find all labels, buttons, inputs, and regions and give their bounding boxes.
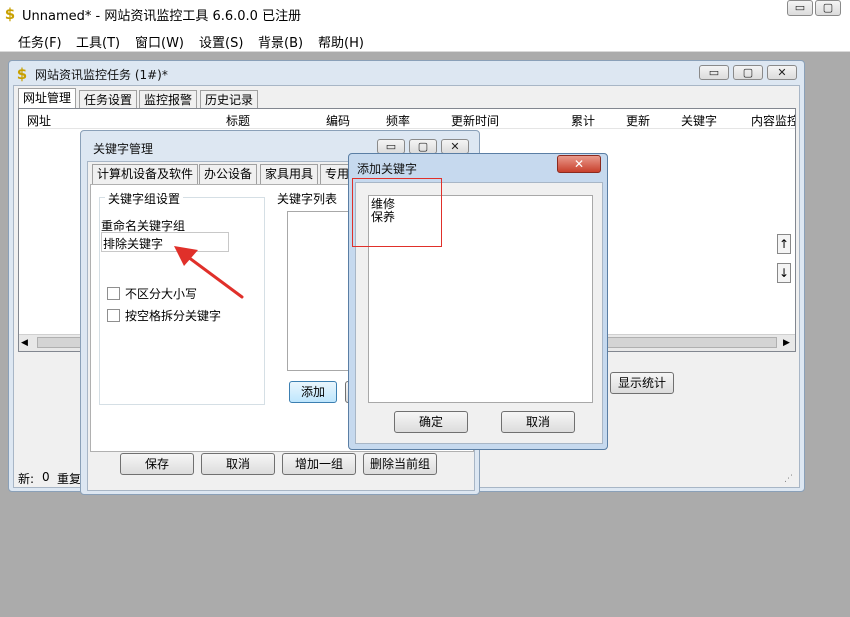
tab-url-management[interactable]: 网址管理	[18, 88, 77, 110]
cancel-button[interactable]: 取消	[201, 453, 275, 475]
move-up-button[interactable]: ↑	[777, 234, 791, 254]
task-minimize-button[interactable]: ▭	[699, 65, 729, 80]
tab-monitor-alarm[interactable]: 监控报警	[139, 90, 198, 110]
menu-bar: 任务(F) 工具(T) 窗口(W) 设置(S) 背景(B) 帮助(H)	[0, 28, 850, 52]
status-new-label: 新:	[18, 472, 35, 486]
menu-help[interactable]: 帮助(H)	[318, 32, 364, 51]
delete-group-button[interactable]: 删除当前组	[363, 453, 437, 475]
menu-background[interactable]: 背景(B)	[258, 32, 303, 51]
task-window-title: 网站资讯监控任务 (1#)*	[35, 68, 168, 82]
dollar-icon: $	[4, 5, 16, 23]
column-keyword[interactable]: 关键字	[681, 112, 717, 129]
keyword-manager-title: 关键字管理	[93, 142, 154, 156]
column-encoding[interactable]: 编码	[326, 112, 350, 129]
tab-task-settings[interactable]: 任务设置	[79, 90, 138, 110]
resize-grip-icon[interactable]: ⋰	[784, 474, 793, 484]
column-frequency[interactable]: 频率	[386, 112, 410, 129]
annotation-arrow-icon	[174, 246, 244, 299]
tab-computer-equipment[interactable]: 计算机设备及软件	[92, 164, 199, 184]
column-content-monitor[interactable]: 内容监控	[751, 112, 795, 129]
tab-history[interactable]: 历史记录	[200, 90, 259, 110]
tab-furniture[interactable]: 家具用具	[260, 164, 319, 184]
km-close-button[interactable]: ✕	[441, 139, 469, 154]
scroll-right-icon[interactable]: ▶	[783, 338, 790, 348]
minimize-button[interactable]: ▭	[787, 0, 813, 16]
tab-office-equipment[interactable]: 办公设备	[199, 164, 258, 184]
annotation-highlight-box	[352, 178, 442, 247]
show-stats-button[interactable]: 显示统计	[610, 372, 674, 394]
scroll-left-icon[interactable]: ◀	[21, 338, 28, 348]
column-update[interactable]: 更新	[626, 112, 650, 129]
move-down-button[interactable]: ↓	[777, 263, 791, 283]
add-keyword-title: 添加关键字	[357, 162, 418, 176]
keyword-list-title: 关键字列表	[277, 192, 338, 206]
task-maximize-button[interactable]: ▢	[733, 65, 763, 80]
status-new-value: 0	[42, 470, 50, 484]
ok-button[interactable]: 确定	[394, 411, 468, 433]
menu-settings[interactable]: 设置(S)	[199, 32, 243, 51]
task-close-button[interactable]: ✕	[767, 65, 797, 80]
close-icon[interactable]: ✕	[557, 155, 601, 173]
status-repeat-label: 重复	[57, 472, 82, 486]
dollar-icon: $	[16, 65, 28, 83]
menu-task[interactable]: 任务(F)	[18, 32, 62, 51]
column-total[interactable]: 累计	[571, 112, 595, 129]
split-by-space-checkbox[interactable]	[107, 309, 120, 322]
maximize-button[interactable]: ▢	[815, 0, 841, 16]
app-title: Unnamed* - 网站资讯监控工具 6.6.0.0 已注册	[22, 9, 302, 24]
column-url[interactable]: 网址	[27, 112, 51, 129]
add-keyword-button[interactable]: 添加	[289, 381, 337, 403]
url-list-header: 网址 标题 编码 频率 更新时间 累计 更新 关键字 内容监控	[19, 109, 795, 129]
save-button[interactable]: 保存	[120, 453, 194, 475]
menu-tools[interactable]: 工具(T)	[76, 32, 120, 51]
dialog-cancel-button[interactable]: 取消	[501, 411, 575, 433]
km-maximize-button[interactable]: ▢	[409, 139, 437, 154]
km-minimize-button[interactable]: ▭	[377, 139, 405, 154]
case-insensitive-checkbox[interactable]	[107, 287, 120, 300]
group-settings-title: 关键字组设置	[105, 190, 184, 207]
app-titlebar: $ Unnamed* - 网站资讯监控工具 6.6.0.0 已注册 ▭ ▢	[0, 0, 850, 28]
column-update-time[interactable]: 更新时间	[451, 112, 499, 129]
menu-window[interactable]: 窗口(W)	[135, 32, 184, 51]
add-group-button[interactable]: 增加一组	[282, 453, 356, 475]
column-title[interactable]: 标题	[226, 112, 250, 129]
split-by-space-label: 按空格拆分关键字	[125, 309, 222, 323]
